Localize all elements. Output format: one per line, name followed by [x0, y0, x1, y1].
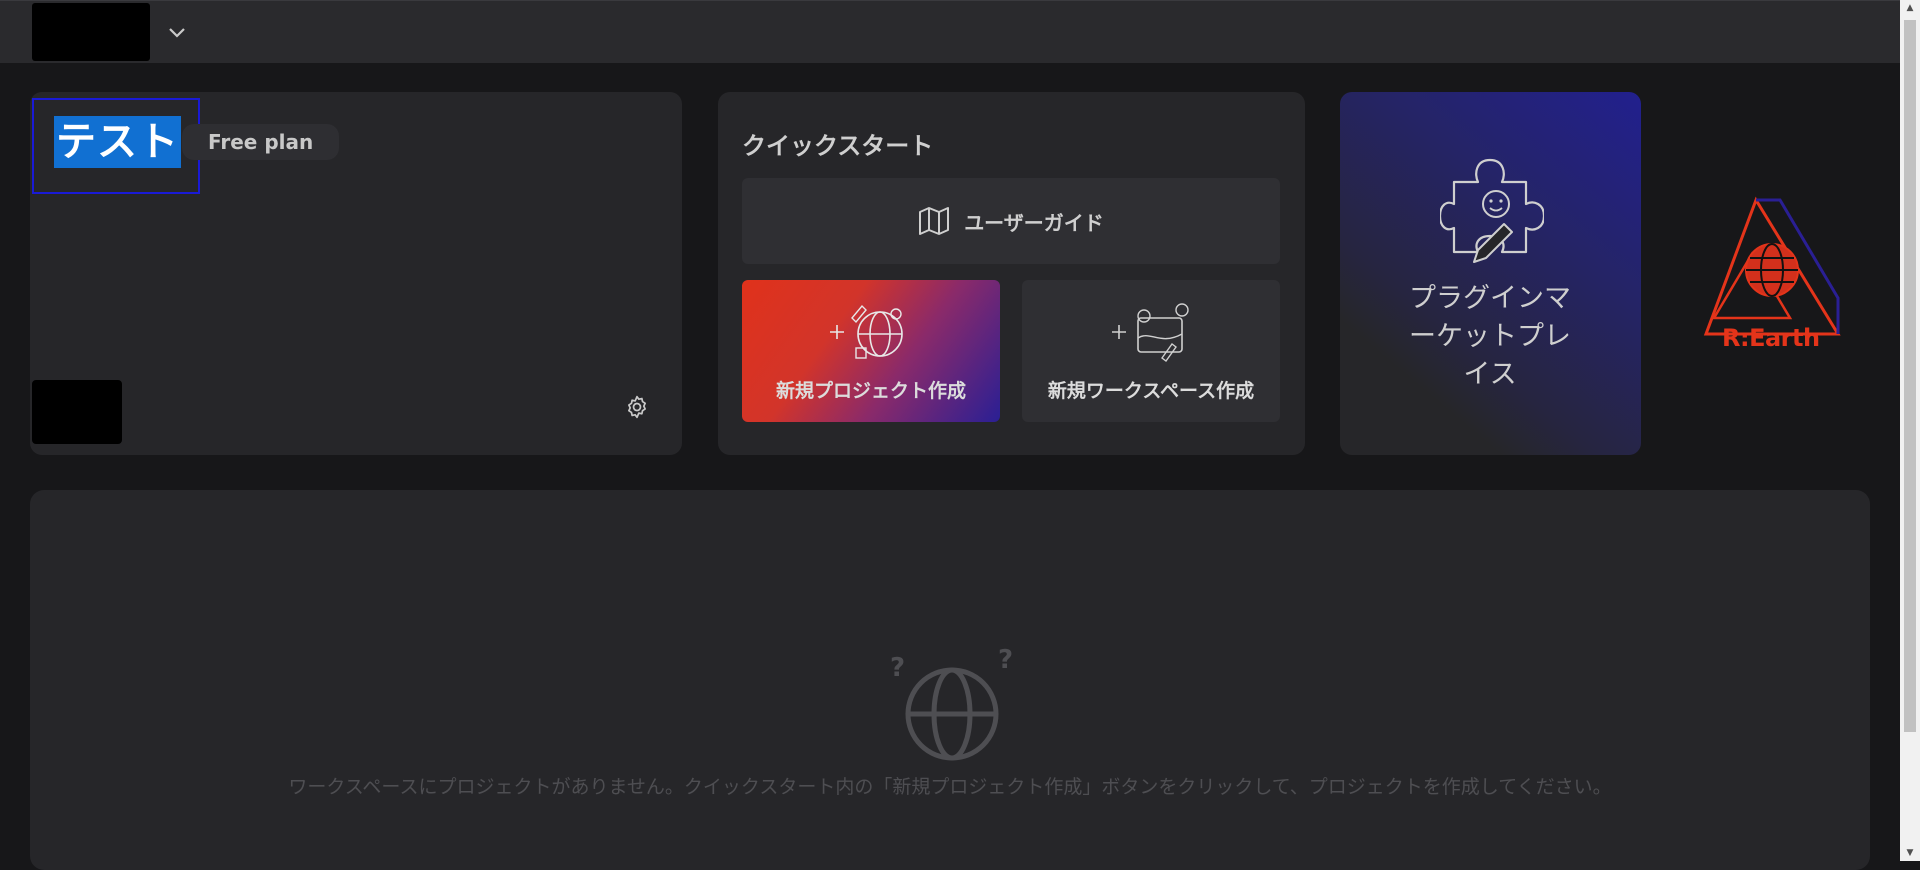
globe-question-icon: ? ?	[890, 648, 1013, 761]
map-icon	[919, 207, 950, 235]
svg-text:?: ?	[890, 653, 905, 683]
new-workspace-label: 新規ワークスペース作成	[1047, 380, 1255, 402]
user-guide-button[interactable]: ユーザーガイド	[742, 178, 1280, 264]
top-bar	[0, 0, 1900, 63]
workspace-name[interactable]: テスト	[54, 116, 181, 168]
user-guide-label: ユーザーガイド	[964, 210, 1104, 235]
plugin-marketplace-label: プラグインマーケットプレイス	[1409, 283, 1571, 390]
workspace-avatar[interactable]	[32, 3, 150, 61]
workspace-plus-icon	[1112, 303, 1189, 362]
globe-rocket-plus-icon	[830, 304, 903, 359]
puzzle-icon	[1440, 158, 1544, 263]
empty-projects-message: ワークスペースにプロジェクトがありません。クイックスタート内の「新規プロジェクト…	[288, 776, 1612, 798]
workspace-card: テスト Free plan	[30, 92, 682, 455]
new-project-label: 新規プロジェクト作成	[775, 380, 966, 402]
gear-icon[interactable]	[624, 394, 650, 420]
scroll-down-arrow[interactable]: ▼	[1900, 845, 1920, 861]
quickstart-title: クイックスタート	[742, 132, 934, 160]
new-project-button[interactable]: 新規プロジェクト作成	[742, 280, 1000, 422]
plugin-marketplace-card[interactable]: プラグインマーケットプレイス	[1340, 92, 1641, 455]
plan-badge: Free plan	[182, 124, 340, 160]
svg-text:?: ?	[998, 648, 1013, 675]
projects-panel: ? ? ワークスペースにプロジェクトがありません。クイックスタート内の「新規プロ…	[30, 490, 1870, 870]
member-avatar	[32, 380, 122, 444]
scroll-up-arrow[interactable]: ▲	[1900, 0, 1920, 16]
chevron-down-icon[interactable]	[166, 21, 188, 43]
page-scrollbar[interactable]: ▲ ▼	[1900, 0, 1920, 861]
scroll-thumb[interactable]	[1904, 20, 1916, 732]
quickstart-card: クイックスタート ユーザーガイド 新規プロジェクト作成 新規ワークスペース作成	[718, 92, 1305, 455]
new-workspace-button[interactable]: 新規ワークスペース作成	[1022, 280, 1280, 422]
reearth-logo-text: R:Earth	[1722, 324, 1820, 352]
